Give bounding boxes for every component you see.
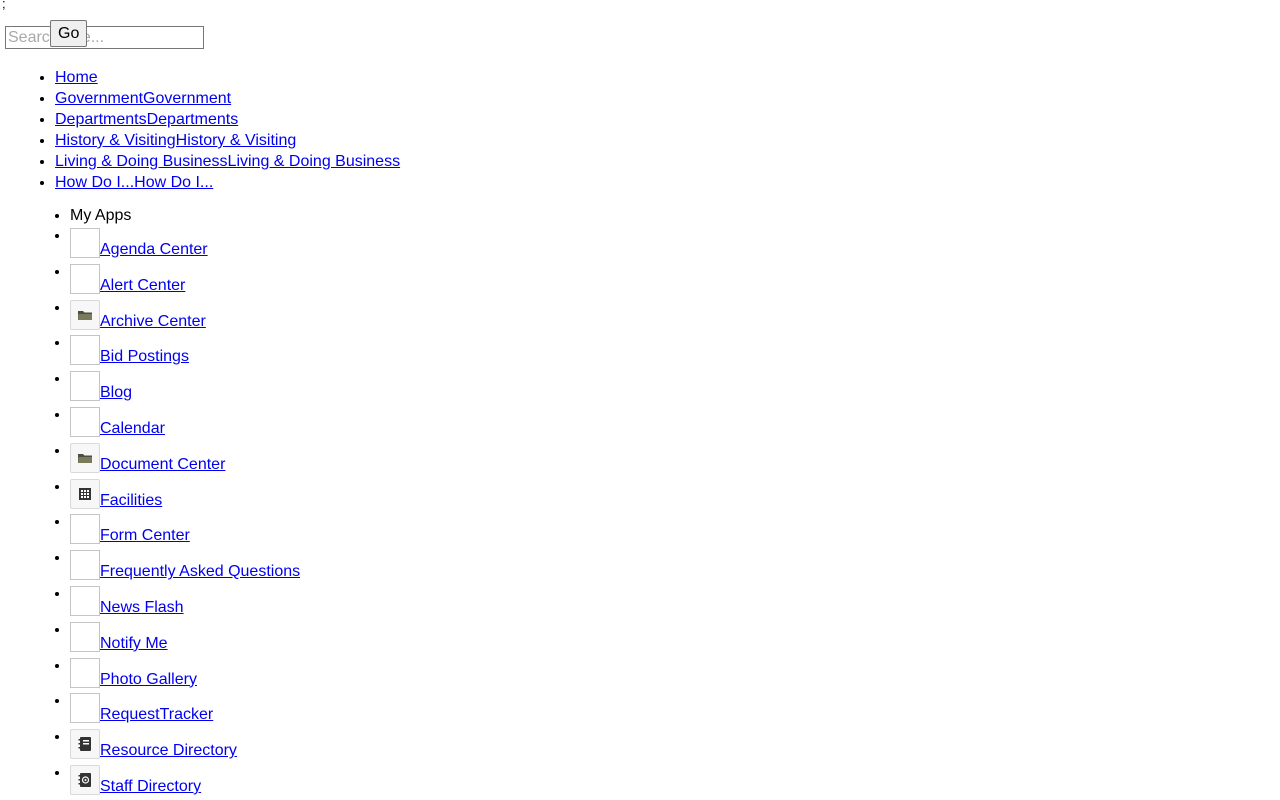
app-item-resource-directory: Resource Directory bbox=[70, 728, 237, 764]
address-book-icon[interactable] bbox=[70, 729, 100, 760]
app-item-bid-postings: Bid Postings bbox=[70, 334, 189, 370]
app-item-faq: Frequently Asked Questions bbox=[70, 549, 300, 585]
app-link-form-center[interactable]: Form Center bbox=[100, 527, 190, 545]
app-link-photo-gallery[interactable]: Photo Gallery bbox=[100, 671, 197, 689]
app-item-agenda-center: Agenda Center bbox=[70, 227, 208, 263]
app-item-archive-center: Archive Center bbox=[70, 299, 206, 335]
search-input[interactable] bbox=[5, 26, 204, 49]
app-item-photo-gallery: Photo Gallery bbox=[70, 657, 197, 693]
app-item-calendar: Calendar bbox=[70, 406, 165, 442]
broken-image-icon[interactable] bbox=[70, 514, 100, 545]
app-link-alert-center[interactable]: Alert Center bbox=[100, 277, 185, 295]
broken-image-icon[interactable] bbox=[70, 550, 100, 581]
app-link-document-center[interactable]: Document Center bbox=[100, 456, 225, 474]
broken-image-icon[interactable] bbox=[70, 335, 100, 366]
nav-item-departments: DepartmentsDepartments bbox=[55, 109, 400, 130]
nav-item-home: Home bbox=[55, 67, 400, 88]
nav-link-home[interactable]: Home bbox=[55, 69, 98, 86]
building-glyph bbox=[79, 487, 91, 500]
app-item-document-center: Document Center bbox=[70, 442, 225, 478]
app-link-staff-directory[interactable]: Staff Directory bbox=[100, 778, 201, 796]
broken-image-icon[interactable] bbox=[70, 621, 100, 652]
contact-book-icon[interactable] bbox=[70, 764, 100, 795]
nav-link-how-do-i[interactable]: How Do I...How Do I... bbox=[55, 174, 213, 191]
app-item-request-tracker: RequestTracker bbox=[70, 692, 213, 728]
app-item-form-center: Form Center bbox=[70, 513, 190, 549]
app-item-facilities: Facilities bbox=[70, 478, 162, 514]
broken-image-icon[interactable] bbox=[70, 228, 100, 258]
nav-link-departments[interactable]: DepartmentsDepartments bbox=[55, 111, 238, 128]
contact-book-glyph bbox=[78, 772, 91, 787]
building-icon[interactable] bbox=[70, 478, 100, 509]
broken-image-icon[interactable] bbox=[70, 263, 100, 294]
nav-item-living-business: Living & Doing BusinessLiving & Doing Bu… bbox=[55, 151, 400, 172]
folder-glyph bbox=[78, 310, 92, 320]
app-link-blog[interactable]: Blog bbox=[100, 384, 132, 402]
folder-glyph bbox=[78, 453, 92, 463]
go-button[interactable]: Go bbox=[50, 20, 88, 47]
broken-image-icon[interactable] bbox=[70, 371, 100, 402]
app-link-request-tracker[interactable]: RequestTracker bbox=[100, 706, 213, 724]
app-item-blog: Blog bbox=[70, 370, 132, 406]
nav-link-government[interactable]: GovernmentGovernment bbox=[55, 90, 231, 107]
nav-link-history-visiting[interactable]: History & VisitingHistory & Visiting bbox=[55, 132, 296, 149]
app-link-faq[interactable]: Frequently Asked Questions bbox=[100, 563, 300, 581]
my-apps-list: My Apps Agenda Center Alert Center Archi… bbox=[0, 205, 300, 800]
main-nav: Home GovernmentGovernment DepartmentsDep… bbox=[0, 67, 400, 193]
folder-icon[interactable] bbox=[70, 442, 100, 473]
app-link-facilities[interactable]: Facilities bbox=[100, 492, 162, 510]
broken-image-icon[interactable] bbox=[70, 406, 100, 437]
broken-image-icon[interactable] bbox=[70, 693, 100, 724]
app-link-news-flash[interactable]: News Flash bbox=[100, 599, 184, 617]
nav-item-how-do-i: How Do I...How Do I... bbox=[55, 172, 400, 193]
app-link-agenda-center[interactable]: Agenda Center bbox=[100, 241, 208, 259]
app-link-resource-directory[interactable]: Resource Directory bbox=[100, 742, 237, 760]
nav-item-government: GovernmentGovernment bbox=[55, 88, 400, 109]
app-item-news-flash: News Flash bbox=[70, 585, 184, 621]
nav-item-history-visiting: History & VisitingHistory & Visiting bbox=[55, 130, 400, 151]
nav-link-living-business[interactable]: Living & Doing BusinessLiving & Doing Bu… bbox=[55, 153, 400, 170]
broken-image-icon[interactable] bbox=[70, 585, 100, 616]
app-item-notify-me: Notify Me bbox=[70, 621, 168, 657]
stray-semicolon: ; bbox=[2, 0, 6, 11]
address-book-glyph bbox=[78, 737, 91, 752]
app-link-bid-postings[interactable]: Bid Postings bbox=[100, 348, 189, 366]
broken-image-icon[interactable] bbox=[70, 657, 100, 688]
app-link-calendar[interactable]: Calendar bbox=[100, 420, 165, 438]
app-link-notify-me[interactable]: Notify Me bbox=[100, 635, 168, 653]
app-link-archive-center[interactable]: Archive Center bbox=[100, 313, 206, 331]
folder-icon[interactable] bbox=[70, 299, 100, 330]
my-apps-header: My Apps bbox=[70, 205, 131, 227]
app-item-alert-center: Alert Center bbox=[70, 263, 185, 299]
app-item-staff-directory: Staff Directory bbox=[70, 764, 201, 800]
